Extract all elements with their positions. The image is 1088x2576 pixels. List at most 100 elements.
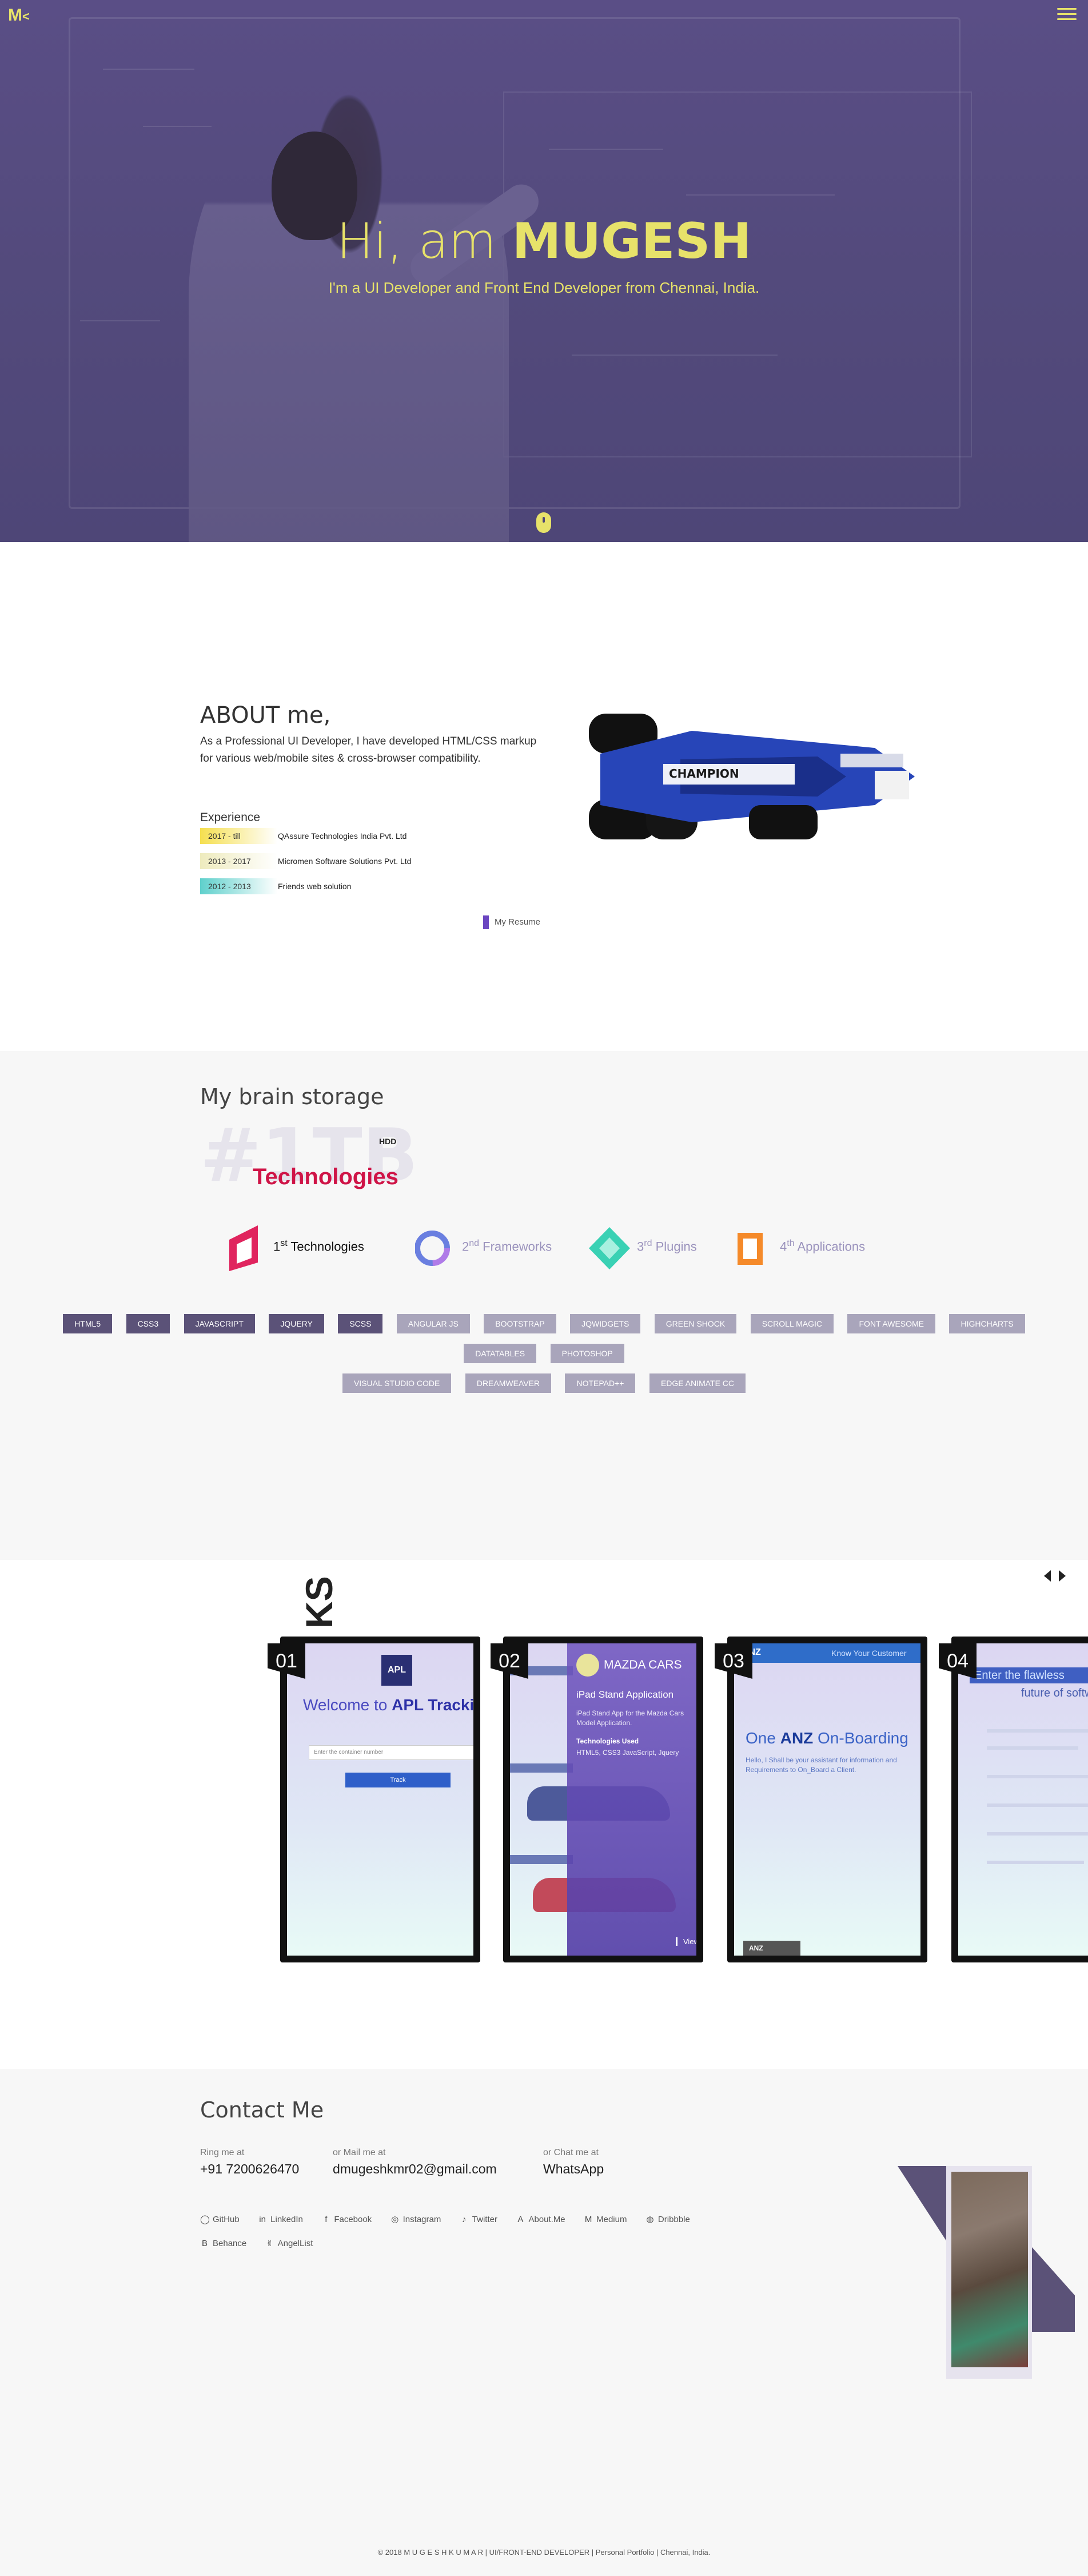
social-link-aboutme[interactable]: A About.Me bbox=[516, 2215, 565, 2224]
experience-years: 2012 - 2013 bbox=[200, 878, 277, 894]
experience-company: Micromen Software Solutions Pvt. Ltd bbox=[278, 857, 412, 866]
anz-header-text: Know Your Customer bbox=[831, 1649, 907, 1658]
carousel-next-arrow-icon[interactable] bbox=[1059, 1570, 1066, 1582]
category-tab-plugins[interactable]: 3rd Plugins bbox=[587, 1223, 724, 1274]
work-card-number: 02 bbox=[491, 1643, 528, 1679]
category-label: Technologies bbox=[290, 1239, 364, 1254]
skills-section: My brain storage #1TB HDD Technologies 1… bbox=[0, 1051, 1088, 1560]
skill-tag[interactable]: HIGHCHARTS bbox=[949, 1314, 1025, 1333]
skill-tag[interactable]: DREAMWEAVER bbox=[465, 1373, 552, 1393]
skill-tag[interactable]: CSS3 bbox=[126, 1314, 170, 1333]
contact-section: Contact Me Ring me at +91 7200626470 or … bbox=[0, 2069, 1088, 2576]
work-card-number: 01 bbox=[268, 1643, 305, 1679]
apl-track-button: Track bbox=[345, 1773, 451, 1787]
skill-tag[interactable]: JQWIDGETS bbox=[570, 1314, 641, 1333]
skill-tag[interactable]: FONT AWESOME bbox=[847, 1314, 936, 1333]
scroll-down-icon[interactable] bbox=[536, 512, 551, 533]
mazda-app-desc: iPad Stand App for the Mazda Cars Model … bbox=[576, 1709, 684, 1727]
aboutme-icon: A bbox=[517, 2215, 524, 2224]
apl-container-input: Enter the container number bbox=[309, 1745, 473, 1760]
avatar-photo bbox=[951, 2172, 1028, 2367]
about-title: ABOUT me, bbox=[200, 702, 331, 728]
site-logo[interactable]: M< bbox=[8, 6, 37, 25]
profile-avatar bbox=[898, 2115, 1075, 2379]
work-card-number: 04 bbox=[939, 1643, 977, 1679]
car-sponsor-text: CHAMPION bbox=[669, 767, 739, 781]
logo-letter: M bbox=[8, 6, 22, 25]
social-link-facebook[interactable]: f Facebook bbox=[321, 2215, 372, 2224]
work-card-screenshot: Enter the flawless future of softw bbox=[958, 1643, 1088, 1956]
skill-tag[interactable]: SCSS bbox=[338, 1314, 383, 1333]
whatsapp-link[interactable]: WhatsApp bbox=[543, 2161, 604, 2177]
about-section: ABOUT me, As a Professional UI Developer… bbox=[0, 542, 1088, 1051]
skill-tag[interactable]: GREEN SHOCK bbox=[654, 1314, 737, 1333]
work-card-apl[interactable]: 01 APL Welcome to APL Tracking Enter the… bbox=[268, 1637, 480, 1962]
applications-icon bbox=[738, 1233, 763, 1265]
social-link-angellist[interactable]: ✌ AngelList bbox=[265, 2238, 313, 2248]
experience-years: 2017 - till bbox=[200, 828, 277, 844]
social-link-instagram[interactable]: ◎ Instagram bbox=[390, 2214, 441, 2224]
about-description: As a Professional UI Developer, I have d… bbox=[200, 735, 537, 765]
works-section: KS 01 APL Welcome to APL Tracking Enter … bbox=[0, 1560, 1088, 2069]
medium-icon: M bbox=[584, 2215, 592, 2224]
apl-logo: APL bbox=[381, 1655, 412, 1686]
instagram-icon: ◎ bbox=[391, 2215, 399, 2224]
work-card-screenshot: MAZDA CARS iPad Stand Application iPad S… bbox=[510, 1643, 696, 1956]
skill-tag[interactable]: PHOTOSHOP bbox=[550, 1344, 624, 1363]
work-card-mazda[interactable]: 02 MAZDA CARS iPad Stand Application iPa… bbox=[491, 1637, 703, 1962]
social-link-twitter[interactable]: ♪ Twitter bbox=[460, 2215, 497, 2224]
hero-section: M< Hi, am MUGESH I'm a UI Developer and … bbox=[0, 0, 1088, 542]
carousel-prev-arrow-icon[interactable] bbox=[1044, 1570, 1051, 1582]
social-link-linkedin[interactable]: in LinkedIn bbox=[258, 2215, 303, 2224]
skill-tag[interactable]: EDGE ANIMATE CC bbox=[649, 1373, 746, 1393]
experience-item: 2012 - 2013 Friends web solution bbox=[200, 878, 486, 894]
social-link-behance[interactable]: B Behance bbox=[200, 2239, 246, 2248]
apl-welcome: Welcome to APL Tracking bbox=[303, 1696, 473, 1714]
work-card-anz[interactable]: 03 ANZ Know Your Customer One ANZ On-Boa… bbox=[715, 1637, 927, 1962]
behance-icon: B bbox=[201, 2239, 208, 2248]
experience-title: Experience bbox=[200, 811, 261, 824]
phone-number[interactable]: +91 7200626470 bbox=[200, 2161, 299, 2177]
social-links: ◯ GitHub in LinkedIn f Facebook ◎ Instagram … bbox=[200, 2214, 772, 2262]
social-link-dribbble[interactable]: ◍ Dribbble bbox=[645, 2214, 690, 2224]
skills-heading: Technologies bbox=[253, 1164, 398, 1189]
whiteboard-graphic-inner bbox=[503, 91, 972, 457]
social-link-medium[interactable]: M Medium bbox=[584, 2215, 627, 2224]
works-title: KS bbox=[298, 1576, 340, 1629]
experience-item: 2013 - 2017 Micromen Software Solutions … bbox=[200, 853, 486, 869]
work-card-software[interactable]: 04 Enter the flawless future of softw bbox=[939, 1637, 1088, 1962]
work-card-screenshot: APL Welcome to APL Tracking Enter the co… bbox=[287, 1643, 473, 1956]
category-label: Frameworks bbox=[483, 1239, 552, 1254]
skill-tag[interactable]: HTML5 bbox=[63, 1314, 113, 1333]
resume-link[interactable]: My Resume bbox=[483, 915, 540, 929]
category-tab-applications[interactable]: 4th Applications bbox=[733, 1223, 893, 1274]
social-link-github[interactable]: ◯ GitHub bbox=[200, 2214, 240, 2224]
anz-heading: One ANZ On-Boarding bbox=[746, 1729, 908, 1747]
frameworks-icon bbox=[415, 1231, 450, 1266]
technologies-icon bbox=[229, 1225, 258, 1271]
mazda-logo-icon bbox=[576, 1654, 599, 1677]
experience-years: 2013 - 2017 bbox=[200, 853, 277, 869]
software-banner: Enter the flawless bbox=[970, 1667, 1088, 1683]
view-link[interactable]: View bbox=[676, 1937, 696, 1946]
skill-tag[interactable]: SCROLL MAGIC bbox=[750, 1314, 834, 1333]
skill-tag[interactable]: ANGULAR JS bbox=[396, 1314, 470, 1333]
mazda-tech-list: HTML5, CSS3 JavaScript, Jquery bbox=[576, 1749, 679, 1757]
anz-footer-logo: ANZ bbox=[743, 1941, 800, 1956]
category-tab-technologies[interactable]: 1st Technologies bbox=[226, 1223, 398, 1274]
skill-tag[interactable]: DATATABLES bbox=[464, 1344, 537, 1363]
skill-tag[interactable]: BOOTSTRAP bbox=[484, 1314, 556, 1333]
category-tab-frameworks[interactable]: 2nd Frameworks bbox=[415, 1223, 569, 1274]
category-label: Plugins bbox=[655, 1239, 697, 1254]
email-address[interactable]: dmugeshkmr02@gmail.com bbox=[333, 2161, 497, 2177]
work-card-number: 03 bbox=[715, 1643, 752, 1679]
skill-tag[interactable]: VISUAL STUDIO CODE bbox=[342, 1373, 452, 1393]
hamburger-menu-icon[interactable] bbox=[1057, 8, 1077, 23]
skill-tag[interactable]: JAVASCRIPT bbox=[184, 1314, 255, 1333]
skill-tag[interactable]: NOTEPAD++ bbox=[565, 1373, 636, 1393]
hero-greeting: Hi, am bbox=[336, 213, 497, 270]
experience-company: Friends web solution bbox=[278, 882, 352, 891]
skill-tag[interactable]: JQUERY bbox=[269, 1314, 324, 1333]
contact-phone: Ring me at +91 7200626470 bbox=[200, 2148, 300, 2177]
dribbble-icon: ◍ bbox=[646, 2215, 654, 2224]
